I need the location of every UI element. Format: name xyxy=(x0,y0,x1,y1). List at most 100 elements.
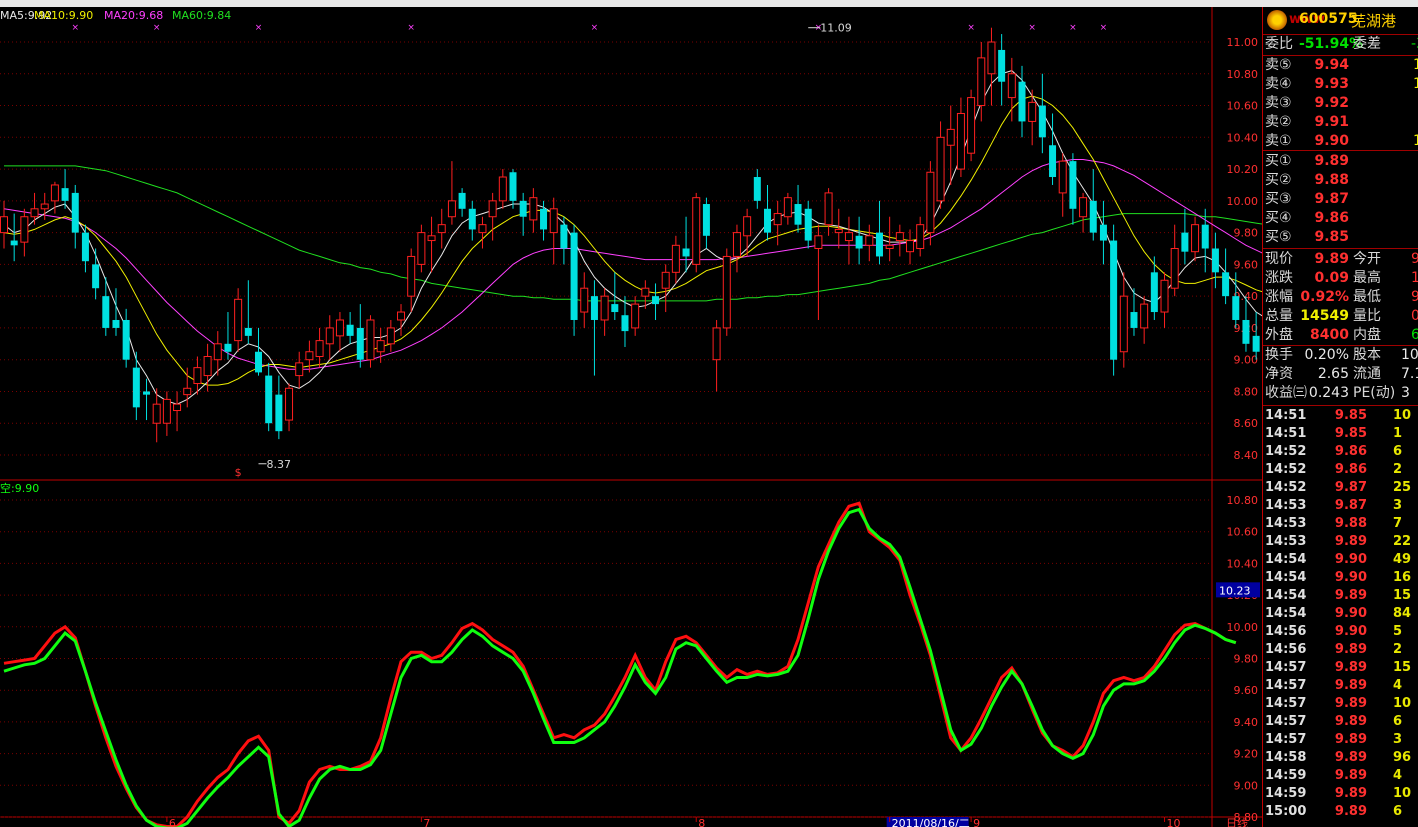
candle-body xyxy=(1069,161,1077,209)
candle-body xyxy=(652,296,660,305)
candle-body xyxy=(661,271,670,289)
period-marker: × xyxy=(967,23,975,33)
candle xyxy=(661,264,670,313)
candle-body xyxy=(447,200,456,218)
tick-t: 14:53 xyxy=(1265,534,1307,549)
tick-row: 14:57 9.89 10 xyxy=(1263,695,1418,713)
y-tick-upper: 10.40 xyxy=(1227,131,1259,144)
y-tick-lower: 10.60 xyxy=(1227,526,1259,539)
candle-body xyxy=(692,197,701,265)
stat-l2: 最高 xyxy=(1353,270,1381,286)
bid-label: 买② xyxy=(1265,172,1292,188)
tick-row: 14:57 9.89 15 xyxy=(1263,659,1418,677)
stat-v1: 14549 xyxy=(1300,308,1349,324)
candle-body xyxy=(1232,296,1240,320)
fundamental-l1: 换手 xyxy=(1265,347,1293,363)
bid-row[interactable]: 买③ 9.87 xyxy=(1263,190,1418,209)
lower-red-line xyxy=(3,501,1237,827)
tick-t: 14:57 xyxy=(1265,696,1307,711)
tick-p: 9.86 xyxy=(1334,444,1367,459)
ask-row[interactable]: 卖② 9.91 xyxy=(1263,113,1418,132)
candle xyxy=(92,248,100,300)
ask-label: 卖② xyxy=(1265,114,1292,130)
tick-row: 14:52 9.87 25 xyxy=(1263,479,1418,497)
tick-p: 9.89 xyxy=(1334,660,1367,675)
period-marker: × xyxy=(407,23,415,33)
candle-body xyxy=(224,343,232,352)
candle xyxy=(804,200,812,249)
tick-v: 10 xyxy=(1393,408,1412,423)
candle-body xyxy=(895,232,904,242)
tick-p: 9.87 xyxy=(1334,498,1367,513)
tick-p: 9.90 xyxy=(1334,606,1367,621)
ask-row[interactable]: 卖③ 9.92 xyxy=(1263,94,1418,113)
candle-body xyxy=(1242,319,1250,344)
tick-t: 14:54 xyxy=(1265,588,1307,603)
candle xyxy=(946,105,955,185)
candle-body xyxy=(834,228,843,234)
tick-t: 14:51 xyxy=(1265,426,1307,441)
candle-body xyxy=(10,240,18,246)
candle-body xyxy=(213,343,222,361)
y-tick-lower: 9.40 xyxy=(1234,716,1259,729)
divider xyxy=(1263,248,1418,249)
ma5-line xyxy=(3,70,1262,405)
ask-row[interactable]: 卖⑤ 9.94 1 xyxy=(1263,56,1418,75)
candle-body xyxy=(0,216,8,234)
candle-body xyxy=(265,375,273,424)
fundamental-v1: 2.65 xyxy=(1317,366,1349,382)
tick-v: 1 xyxy=(1393,426,1403,441)
candle xyxy=(1049,113,1057,185)
ask-row[interactable]: 卖④ 9.93 1 xyxy=(1263,75,1418,94)
candle xyxy=(529,188,538,233)
candle xyxy=(0,200,8,249)
ask-vol: 1 xyxy=(1413,133,1418,149)
tick-row: 14:52 9.86 6 xyxy=(1263,443,1418,461)
candle-body xyxy=(376,340,385,353)
candle xyxy=(122,308,130,368)
ma-legend-item: MA60:9.84 xyxy=(172,9,231,22)
ask-row[interactable]: 卖① 9.90 1 xyxy=(1263,132,1418,151)
candle xyxy=(478,216,487,249)
bid-label: 买① xyxy=(1265,153,1292,169)
ask-label: 卖⑤ xyxy=(1265,57,1292,73)
candle xyxy=(162,391,171,436)
bid-row[interactable]: 买⑤ 9.85 xyxy=(1263,228,1418,247)
candle-body xyxy=(1018,81,1026,122)
tick-row: 14:57 9.89 3 xyxy=(1263,731,1418,749)
fundamental-row: 净资 2.65流通 7.12 xyxy=(1263,365,1418,384)
candle-body xyxy=(549,208,558,234)
tick-row: 14:51 9.85 10 xyxy=(1263,407,1418,425)
tick-row: 14:59 9.89 4 xyxy=(1263,767,1418,785)
tick-t: 14:56 xyxy=(1265,624,1307,639)
bid-row[interactable]: 买② 9.88 xyxy=(1263,171,1418,190)
tick-v: 25 xyxy=(1393,480,1412,495)
kline-chart[interactable]: 11.00 10.80 10.60 10.40 10.20 10.00 9.80 9.60 9.… xyxy=(0,0,1262,827)
candle xyxy=(30,192,39,225)
tick-row: 14:56 9.89 2 xyxy=(1263,641,1418,659)
tick-row: 14:59 9.89 10 xyxy=(1263,785,1418,803)
candle xyxy=(702,197,710,249)
candle-body xyxy=(458,192,466,209)
tick-row: 14:54 9.89 15 xyxy=(1263,587,1418,605)
tick-row: 14:58 9.89 96 xyxy=(1263,749,1418,767)
candle xyxy=(386,319,395,352)
low-label: 8.37 xyxy=(267,458,292,471)
candle xyxy=(631,296,640,336)
stock-title-bar[interactable]: www 600575 芜湖港 xyxy=(1263,7,1418,34)
bid-row[interactable]: 买④ 9.86 xyxy=(1263,209,1418,228)
candle xyxy=(692,192,701,273)
candle-body xyxy=(885,244,894,249)
candle xyxy=(743,208,752,257)
candle xyxy=(1191,216,1200,262)
candle-body xyxy=(285,387,294,421)
bid-row[interactable]: 买① 9.89 xyxy=(1263,152,1418,171)
candle-body xyxy=(478,224,487,234)
candle xyxy=(498,169,507,209)
candle xyxy=(61,169,69,209)
tick-t: 14:51 xyxy=(1265,408,1307,423)
tick-v: 84 xyxy=(1393,606,1412,621)
candle-body xyxy=(641,287,650,297)
tick-v: 10 xyxy=(1393,786,1412,801)
candle xyxy=(1110,224,1118,376)
